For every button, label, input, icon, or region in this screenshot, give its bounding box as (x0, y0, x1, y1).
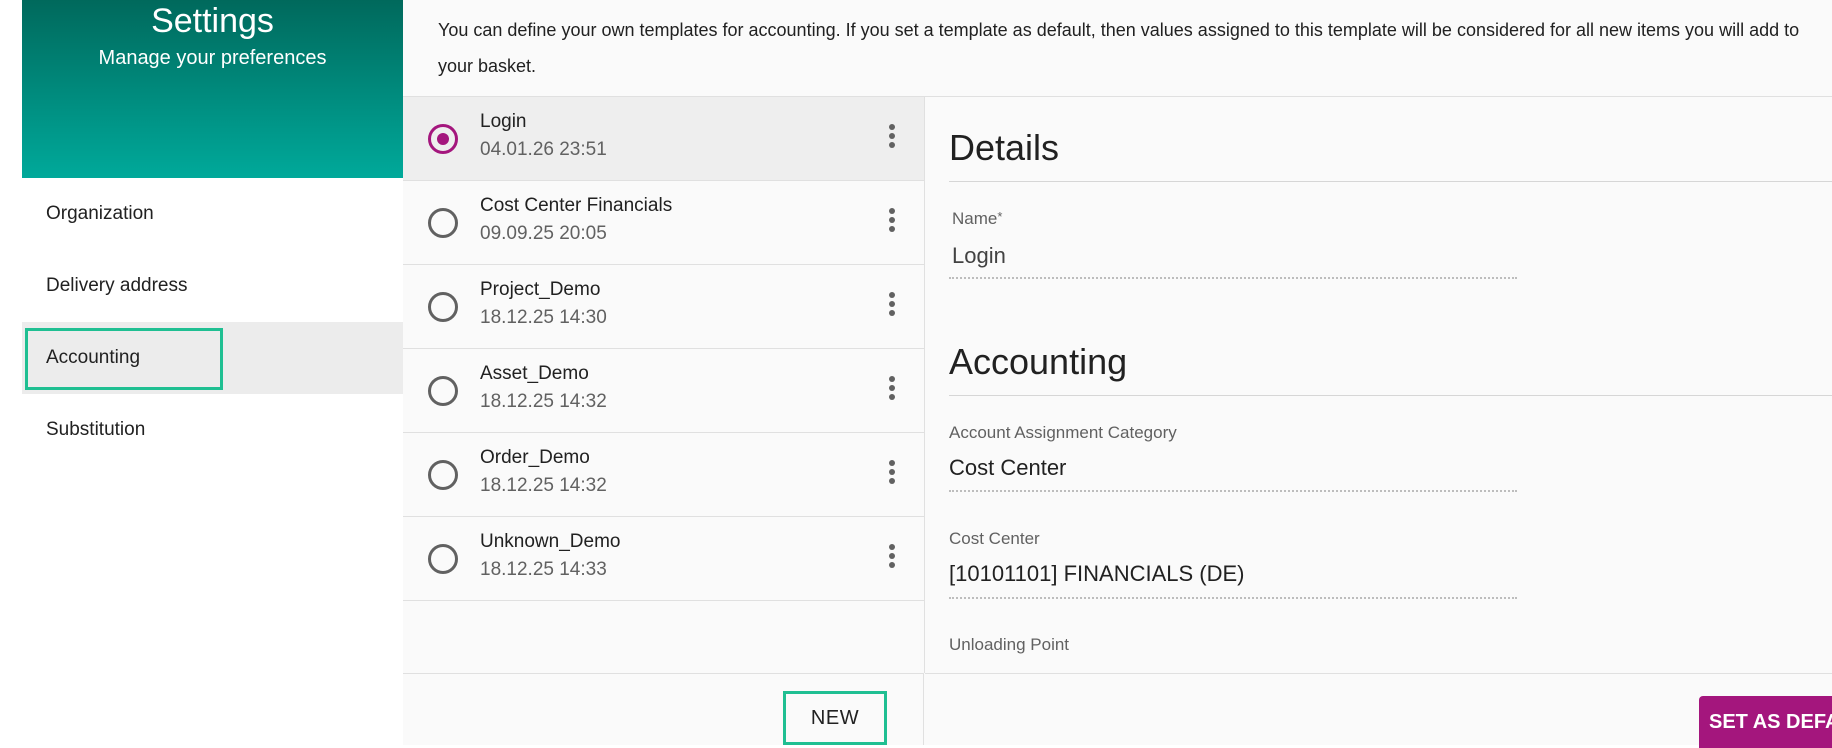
cost-center-label: Cost Center (949, 529, 1040, 548)
sidebar-item-organization[interactable]: Organization (22, 178, 403, 250)
sidebar-item-accounting[interactable]: Accounting (22, 322, 403, 394)
accounting-heading: Accounting (949, 341, 1128, 382)
unloading-point-label: Unloading Point (949, 635, 1070, 654)
account-assignment-underline (949, 490, 1517, 492)
more-vert-icon[interactable] (886, 544, 898, 574)
template-name: Login (480, 111, 527, 132)
sidebar-header: Settings Manage your preferences (22, 0, 403, 178)
required-mark: * (997, 209, 1003, 224)
template-item-asset-demo[interactable]: Asset_Demo 18.12.25 14:32 (403, 349, 924, 433)
accounting-info-text: You can define your own templates for ac… (438, 20, 1800, 76)
radio-unselected-icon[interactable] (428, 208, 458, 238)
more-vert-icon[interactable] (886, 124, 898, 154)
template-item-cost-center-financials[interactable]: Cost Center Financials 09.09.25 20:05 (403, 181, 924, 265)
template-date: 18.12.25 14:33 (480, 559, 607, 580)
template-name: Asset_Demo (480, 363, 589, 384)
sidebar-item-delivery-address[interactable]: Delivery address (22, 250, 403, 322)
account-assignment-select[interactable]: Cost Center (949, 455, 1066, 481)
template-date: 04.01.26 23:51 (480, 139, 607, 160)
name-label-text: Name (952, 209, 998, 228)
page-left-margin (0, 0, 22, 745)
cost-center-select[interactable]: [10101101] FINANCIALS (DE) (949, 561, 1245, 587)
name-field[interactable]: Login (952, 243, 1006, 269)
template-name: Unknown_Demo (480, 531, 621, 552)
radio-unselected-icon[interactable] (428, 544, 458, 574)
set-as-default-button[interactable]: SET AS DEFA (1699, 696, 1832, 748)
sidebar-item-label: Substitution (46, 419, 146, 440)
more-vert-icon[interactable] (886, 208, 898, 238)
name-field-underline (949, 277, 1517, 279)
sidebar-item-label: Organization (46, 203, 154, 224)
sidebar-item-label: Delivery address (46, 275, 188, 296)
template-item-unknown-demo[interactable]: Unknown_Demo 18.12.25 14:33 (403, 517, 924, 601)
template-name: Order_Demo (480, 447, 590, 468)
settings-sidebar: Settings Manage your preferences Organiz… (22, 0, 404, 745)
template-list-footer: NEW (403, 673, 924, 745)
template-item-login[interactable]: Login 04.01.26 23:51 (403, 97, 924, 181)
account-assignment-label: Account Assignment Category (949, 423, 1177, 442)
sidebar-item-label: Accounting (46, 347, 141, 368)
details-footer: SET AS DEFA (925, 673, 1832, 748)
details-heading: Details (949, 127, 1060, 168)
radio-unselected-icon[interactable] (428, 292, 458, 322)
sidebar-nav: Organization Delivery address Accounting… (22, 178, 403, 466)
name-field-label: Name* (952, 209, 1002, 229)
template-date: 09.09.25 20:05 (480, 223, 607, 244)
template-name: Cost Center Financials (480, 195, 673, 216)
radio-unselected-icon[interactable] (428, 376, 458, 406)
template-item-order-demo[interactable]: Order_Demo 18.12.25 14:32 (403, 433, 924, 517)
radio-selected-icon[interactable] (428, 124, 458, 154)
template-item-project-demo[interactable]: Project_Demo 18.12.25 14:30 (403, 265, 924, 349)
template-name: Project_Demo (480, 279, 601, 300)
more-vert-icon[interactable] (886, 460, 898, 490)
template-details: Details Name* Login Accounting Account A… (925, 97, 1832, 673)
divider (949, 181, 1832, 182)
more-vert-icon[interactable] (886, 376, 898, 406)
sidebar-subtitle: Manage your preferences (98, 47, 327, 69)
main-content: You can define your own templates for ac… (403, 0, 1832, 748)
new-template-button[interactable]: NEW (783, 691, 887, 745)
more-vert-icon[interactable] (886, 292, 898, 322)
template-date: 18.12.25 14:30 (480, 307, 607, 328)
template-list: Login 04.01.26 23:51 Cost Center Financi… (403, 97, 925, 673)
sidebar-item-substitution[interactable]: Substitution (22, 394, 403, 466)
divider (949, 395, 1832, 396)
sidebar-title: Settings (151, 2, 274, 40)
template-date: 18.12.25 14:32 (480, 475, 607, 496)
template-date: 18.12.25 14:32 (480, 391, 607, 412)
radio-unselected-icon[interactable] (428, 460, 458, 490)
cost-center-underline (949, 597, 1517, 599)
